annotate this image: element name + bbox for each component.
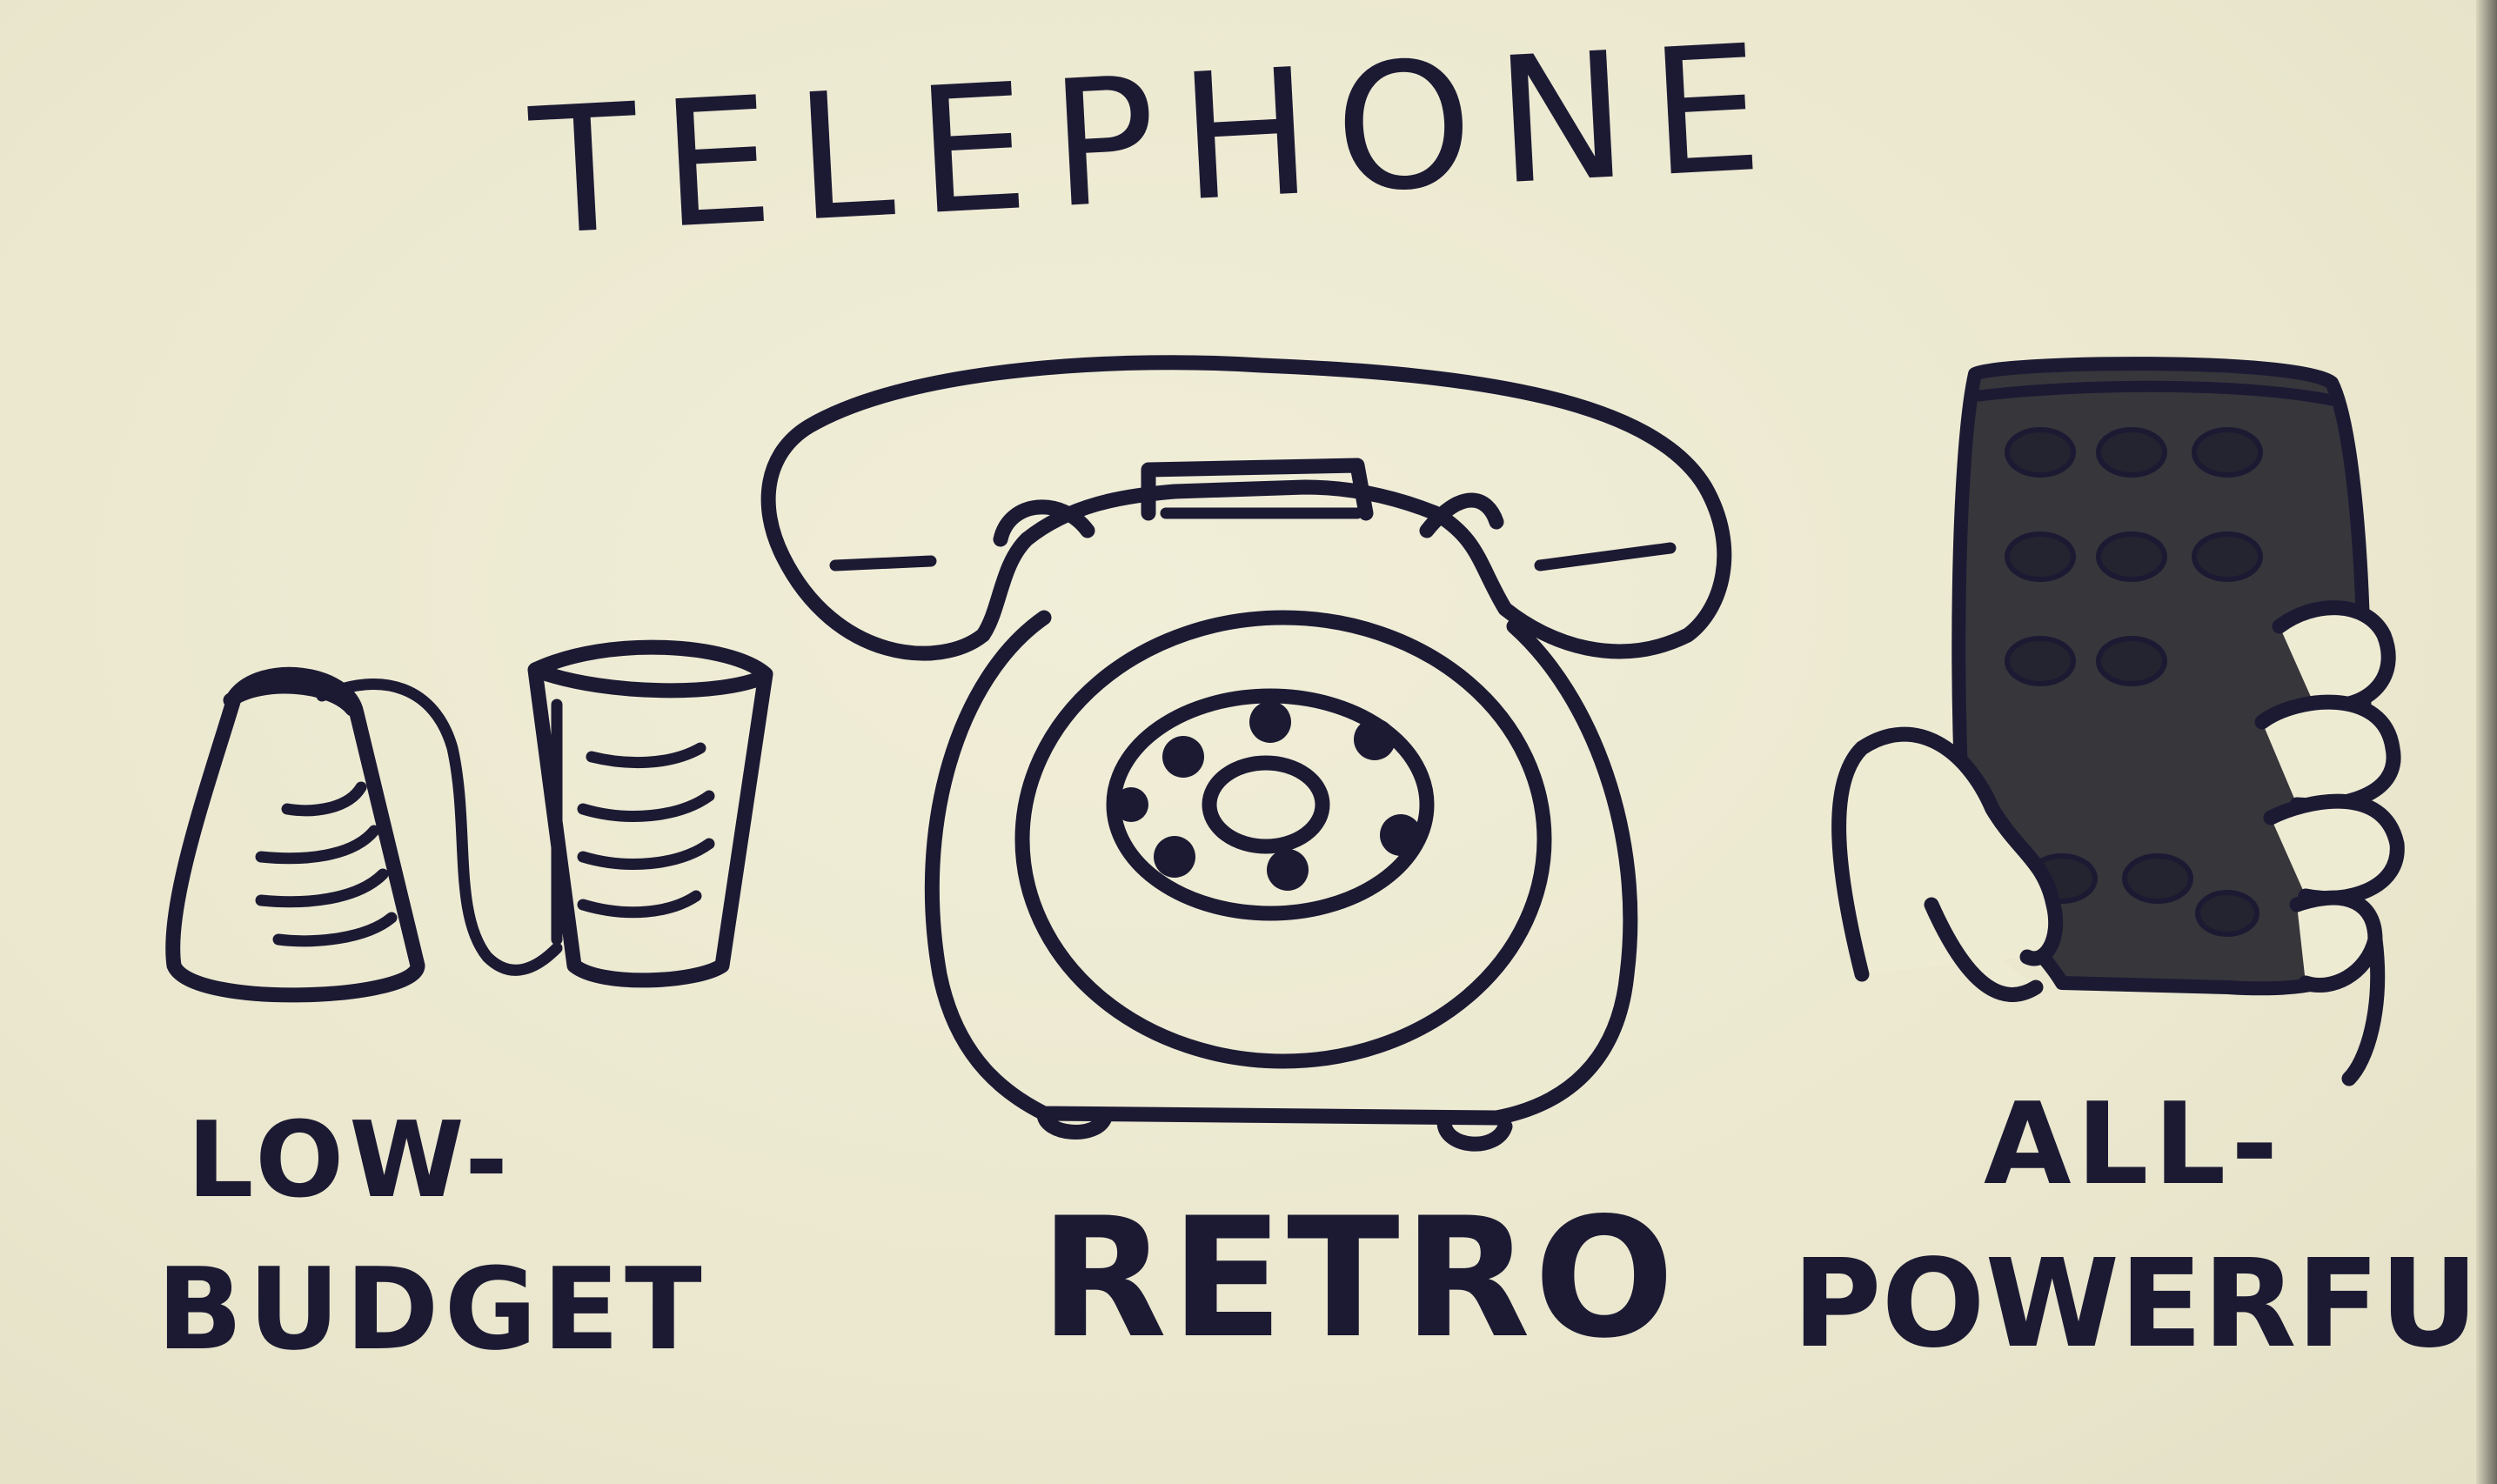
low-budget-label-line2: BUDGET (157, 1243, 707, 1375)
sketch-card: TELEPHONE LOW- BUDGET RETRO ALL- POWERFU… (0, 0, 2497, 1484)
card-edge-shadow (2476, 0, 2497, 1484)
rotary-phone-icon (760, 355, 1732, 1152)
all-powerful-label-line2: POWERFUL (1792, 1233, 2497, 1375)
retro-label: RETRO (1040, 1182, 1678, 1374)
low-budget-label-line1: LOW- (187, 1100, 513, 1221)
all-powerful-label-line1: ALL- (1984, 1078, 2284, 1210)
smartphone-in-hand-icon (1831, 357, 2405, 1086)
tin-can-phone-icon (165, 639, 773, 1003)
